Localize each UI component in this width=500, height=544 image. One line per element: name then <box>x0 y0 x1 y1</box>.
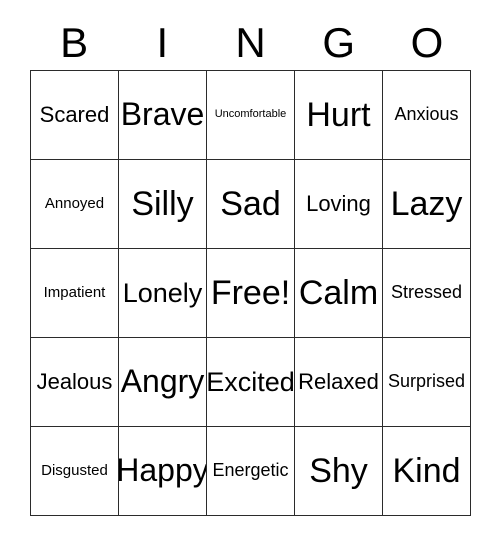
bingo-cell[interactable]: Hurt <box>295 71 383 160</box>
bingo-cell-label: Scared <box>39 102 110 128</box>
bingo-cell-label: Surprised <box>387 371 466 392</box>
bingo-cell-free-space[interactable]: Free! <box>207 249 295 338</box>
bingo-cell[interactable]: Brave <box>119 71 207 160</box>
bingo-cell-label: Disgusted <box>41 462 108 480</box>
bingo-cell[interactable]: Jealous <box>31 338 119 427</box>
bingo-grid: Scared Brave Uncomfortable Hurt Anxious … <box>30 70 471 516</box>
header-letter-n: N <box>235 19 266 66</box>
bingo-cell[interactable]: Surprised <box>383 338 471 427</box>
bingo-cell-label: Jealous <box>36 369 113 395</box>
bingo-cell[interactable]: Happy <box>119 427 207 516</box>
bingo-cell-label: Silly <box>131 184 194 223</box>
bingo-cell[interactable]: Disgusted <box>31 427 119 516</box>
bingo-cell[interactable]: Sad <box>207 160 295 249</box>
bingo-cell[interactable]: Lonely <box>119 249 207 338</box>
bingo-cell-label: Annoyed <box>44 195 105 213</box>
bingo-cell-label: Brave <box>120 96 205 133</box>
bingo-cell-label: Anxious <box>394 104 459 125</box>
bingo-cell-label: Hurt <box>306 95 371 134</box>
bingo-cell-label: Stressed <box>390 282 463 303</box>
bingo-cell[interactable]: Excited <box>207 338 295 427</box>
bingo-cell[interactable]: Stressed <box>383 249 471 338</box>
bingo-cell[interactable]: Uncomfortable <box>207 71 295 160</box>
header-letter-b: B <box>60 19 89 66</box>
bingo-cell[interactable]: Energetic <box>207 427 295 516</box>
bingo-cell[interactable]: Loving <box>295 160 383 249</box>
bingo-cell-label: Sad <box>220 184 281 223</box>
bingo-cell-label: Loving <box>306 191 371 217</box>
bingo-cell-label: Lazy <box>390 184 463 223</box>
header-letter-i: I <box>156 19 169 66</box>
bingo-header: B I N G O <box>30 16 471 70</box>
header-letter-g: G <box>322 19 356 66</box>
bingo-cell-label: Lonely <box>122 277 203 308</box>
bingo-cell[interactable]: Silly <box>119 160 207 249</box>
bingo-card: B I N G O Scared Brave Uncomfortable Hur… <box>0 0 500 544</box>
bingo-cell-label: Calm <box>298 273 379 312</box>
bingo-cell-label: Happy <box>119 452 207 489</box>
bingo-cell-label: Kind <box>392 451 461 490</box>
bingo-cell[interactable]: Angry <box>119 338 207 427</box>
bingo-cell-label: Relaxed <box>298 369 379 395</box>
bingo-cell[interactable]: Impatient <box>31 249 119 338</box>
header-letter-o: O <box>410 19 444 66</box>
bingo-cell-label: Energetic <box>212 460 289 481</box>
bingo-cell[interactable]: Kind <box>383 427 471 516</box>
bingo-cell-label: Excited <box>207 366 295 397</box>
bingo-cell[interactable]: Lazy <box>383 160 471 249</box>
bingo-cell-label: Uncomfortable <box>214 108 287 121</box>
bingo-cell[interactable]: Calm <box>295 249 383 338</box>
bingo-cell[interactable]: Shy <box>295 427 383 516</box>
bingo-cell-label: Angry <box>120 363 205 400</box>
bingo-cell-label: Impatient <box>43 284 106 302</box>
bingo-cell[interactable]: Annoyed <box>31 160 119 249</box>
bingo-cell[interactable]: Anxious <box>383 71 471 160</box>
bingo-cell-label: Free! <box>210 273 291 312</box>
bingo-cell[interactable]: Scared <box>31 71 119 160</box>
bingo-cell-label: Shy <box>309 451 368 490</box>
bingo-cell[interactable]: Relaxed <box>295 338 383 427</box>
